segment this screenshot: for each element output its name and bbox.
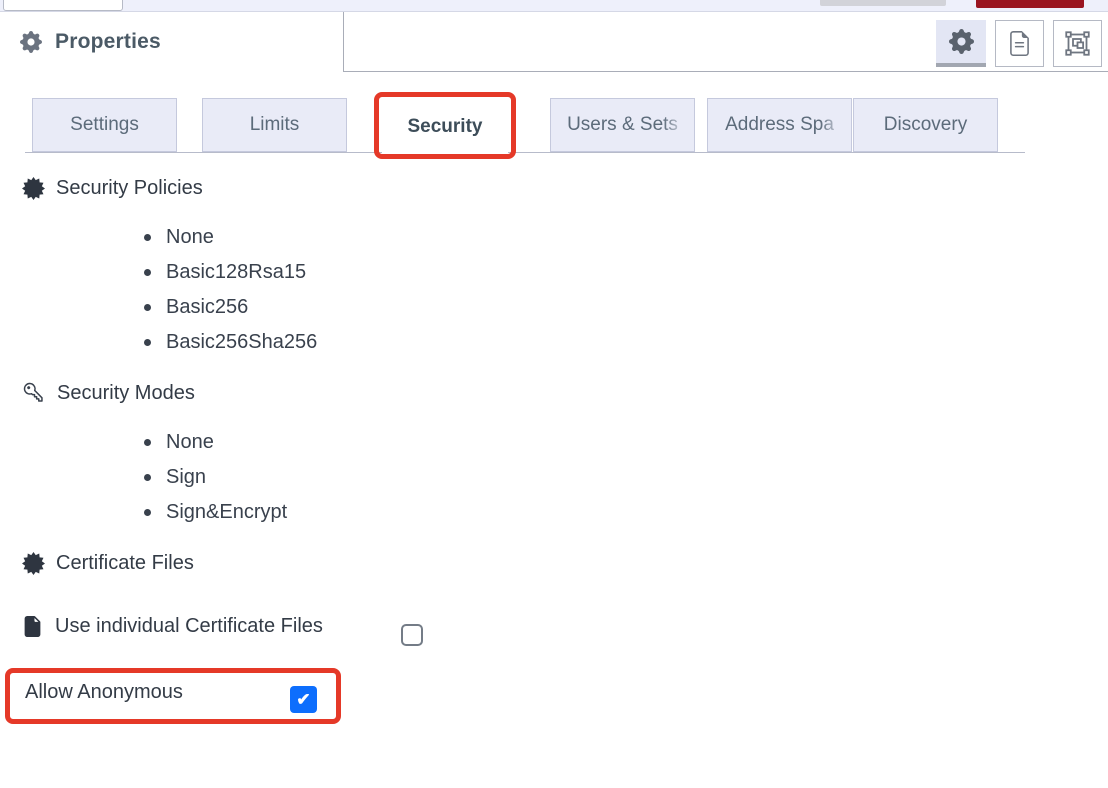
option-label: Allow Anonymous <box>25 681 183 704</box>
clipped-button-left[interactable] <box>3 0 123 11</box>
header-divider <box>344 71 1108 72</box>
tab-label: Limits <box>250 114 300 136</box>
panel-title: Properties <box>55 30 161 54</box>
file-icon <box>22 615 43 638</box>
tab-address-space[interactable]: Address Spa <box>707 98 852 152</box>
option-label: Use individual Certificate Files <box>55 615 323 638</box>
section-certificate-files: Certificate Files <box>22 552 194 575</box>
list-item: Basic256Sha256 <box>144 325 317 360</box>
tabs-baseline <box>25 152 1025 153</box>
section-title: Security Modes <box>57 382 195 405</box>
allow-anonymous-checkbox[interactable] <box>290 686 317 713</box>
tab-users-settings[interactable]: Users & Sets <box>550 98 695 152</box>
tab-discovery[interactable]: Discovery <box>853 98 998 152</box>
document-icon <box>1007 31 1032 56</box>
section-security-modes: Security Modes <box>22 381 195 405</box>
individual-certificate-files-checkbox[interactable] <box>401 624 423 646</box>
tab-limits[interactable]: Limits <box>202 98 347 152</box>
section-security-policies: Security Policies <box>22 177 203 200</box>
top-strip <box>0 0 1108 12</box>
seal-badge-icon <box>22 177 45 200</box>
seal-badge-icon <box>22 552 45 575</box>
option-individual-certificate-files: Use individual Certificate Files <box>22 615 323 638</box>
list-item: Basic256 <box>144 290 317 325</box>
security-modes-list: None Sign Sign&Encrypt <box>144 425 287 530</box>
tab-label: Security <box>408 116 483 138</box>
security-policies-list: None Basic128Rsa15 Basic256 Basic256Sha2… <box>144 220 317 360</box>
section-title: Security Policies <box>56 177 203 200</box>
list-item: Sign <box>144 460 287 495</box>
section-title: Certificate Files <box>56 552 194 575</box>
properties-panel: Properties <box>0 0 1108 788</box>
list-item: None <box>144 425 287 460</box>
gear-icon <box>949 29 974 54</box>
key-icon <box>22 381 46 405</box>
toolbar-frame-select-button[interactable] <box>1053 20 1102 67</box>
toolbar-document-button[interactable] <box>995 20 1044 67</box>
tab-label: Discovery <box>884 114 967 136</box>
tab-label: Settings <box>70 114 139 136</box>
properties-header-tab[interactable]: Properties <box>0 12 344 72</box>
tab-security[interactable]: Security <box>382 98 508 155</box>
list-item: None <box>144 220 317 255</box>
list-item: Basic128Rsa15 <box>144 255 317 290</box>
tab-label: Users & Sets <box>567 114 678 136</box>
tab-settings[interactable]: Settings <box>32 98 177 152</box>
clipped-button-gray[interactable] <box>820 0 946 6</box>
clipped-button-red[interactable] <box>976 0 1084 8</box>
toolbar-gear-button[interactable] <box>936 20 986 67</box>
frame-select-icon <box>1064 30 1091 57</box>
gear-icon <box>20 31 42 53</box>
tab-label: Address Spa <box>725 114 834 136</box>
list-item: Sign&Encrypt <box>144 495 287 530</box>
